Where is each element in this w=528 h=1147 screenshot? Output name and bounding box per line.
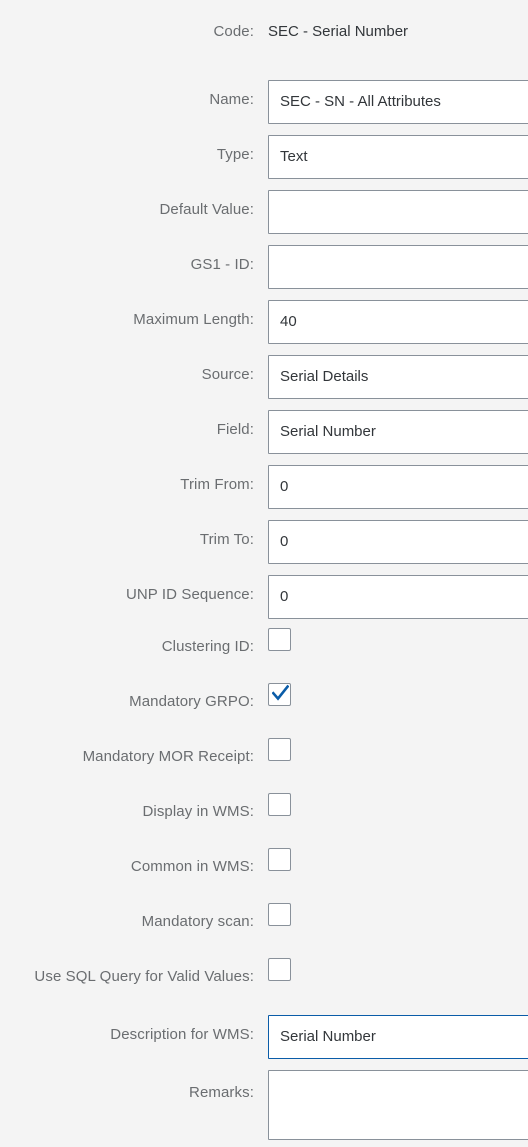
field-input-trim-from[interactable]: 0 [268, 465, 528, 509]
field-label-maximum-length: Maximum Length: [133, 311, 254, 328]
form-row-code: Code: SEC - Serial Number [0, 13, 528, 68]
form-row-field: Field: Serial Number [0, 398, 528, 454]
field-input-field[interactable]: Serial Number [268, 410, 528, 454]
field-container-type: Text [268, 123, 528, 179]
field-container-trim-to: 0 [268, 508, 528, 564]
field-container-gs1-id [268, 233, 528, 289]
field-container-mandatory-grpo [268, 673, 528, 706]
form-row-source: Source: Serial Details [0, 343, 528, 399]
form-row-default-value: Default Value: [0, 178, 528, 234]
field-container-display-in-wms [268, 783, 528, 816]
checkmark-icon [272, 684, 289, 701]
form-row-display-in-wms: Display in WMS: [0, 783, 528, 838]
checkbox-wrapper-common-in-wms [268, 848, 528, 871]
field-container-unp-id-sequence: 0 [268, 563, 528, 619]
field-input-default-value[interactable] [268, 190, 528, 234]
field-container-description-for-wms: Serial Number [268, 1003, 528, 1059]
field-label-source: Source: [201, 366, 254, 383]
form-row-unp-id-sequence: UNP ID Sequence: 0 [0, 563, 528, 619]
form-row-name: Name: SEC - SN - All Attributes [0, 68, 528, 124]
field-label-common-in-wms: Common in WMS: [130, 858, 254, 875]
form-row-mandatory-grpo: Mandatory GRPO: [0, 673, 528, 728]
field-label-mandatory-scan: Mandatory scan: [141, 913, 254, 930]
field-label-unp-id-sequence: UNP ID Sequence: [125, 586, 254, 603]
field-textarea-remarks[interactable] [268, 1070, 528, 1140]
field-input-unp-id-sequence[interactable]: 0 [268, 575, 528, 619]
field-container-name: SEC - SN - All Attributes [268, 68, 528, 124]
field-label-display-in-wms: Display in WMS: [142, 803, 254, 820]
field-label-clustering-id: Clustering ID: [161, 638, 254, 655]
field-container-field: Serial Number [268, 398, 528, 454]
checkbox-wrapper-display-in-wms [268, 793, 528, 816]
field-input-type[interactable]: Text [268, 135, 528, 179]
form-row-clustering-id: Clustering ID: [0, 618, 528, 673]
field-container-code: SEC - Serial Number [268, 13, 528, 41]
field-input-gs1-id[interactable] [268, 245, 528, 289]
checkbox-wrapper-use-sql-query-for-valid-values [268, 958, 528, 981]
field-input-maximum-length[interactable]: 40 [268, 300, 528, 344]
form-row-remarks: Remarks: [0, 1058, 528, 1140]
field-label-field: Field: [216, 421, 254, 438]
field-checkbox-use-sql-query-for-valid-values[interactable] [268, 958, 291, 981]
field-label-description-for-wms: Description for WMS: [110, 1026, 254, 1043]
form-row-use-sql-query-for-valid-values: Use SQL Query for Valid Values: [0, 948, 528, 1003]
field-container-clustering-id [268, 618, 528, 651]
field-checkbox-mandatory-scan[interactable] [268, 903, 291, 926]
field-label-name: Name: [209, 91, 254, 108]
form-row-description-for-wms: Description for WMS: Serial Number [0, 1003, 528, 1059]
field-container-trim-from: 0 [268, 453, 528, 509]
field-container-use-sql-query-for-valid-values [268, 948, 528, 981]
field-checkbox-mandatory-mor-receipt[interactable] [268, 738, 291, 761]
field-checkbox-mandatory-grpo[interactable] [268, 683, 291, 706]
checkbox-wrapper-clustering-id [268, 628, 528, 651]
field-label-remarks: Remarks: [189, 1084, 254, 1101]
form-row-type: Type: Text [0, 123, 528, 179]
field-container-common-in-wms [268, 838, 528, 871]
form-row-common-in-wms: Common in WMS: [0, 838, 528, 893]
field-checkbox-common-in-wms[interactable] [268, 848, 291, 871]
field-input-trim-to[interactable]: 0 [268, 520, 528, 564]
form-row-mandatory-mor-receipt: Mandatory MOR Receipt: [0, 728, 528, 783]
checkbox-wrapper-mandatory-grpo [268, 683, 528, 706]
field-checkbox-display-in-wms[interactable] [268, 793, 291, 816]
checkbox-wrapper-mandatory-scan [268, 903, 528, 926]
field-container-default-value [268, 178, 528, 234]
form-row-trim-from: Trim From: 0 [0, 453, 528, 509]
attribute-details-form: Code: SEC - Serial Number Name: SEC - SN - … [0, 0, 528, 1140]
field-label-default-value: Default Value: [159, 201, 254, 218]
form-row-mandatory-scan: Mandatory scan: [0, 893, 528, 948]
field-container-source: Serial Details [268, 343, 528, 399]
field-label-gs1-id: GS1 - ID: [190, 256, 254, 273]
checkbox-wrapper-mandatory-mor-receipt [268, 738, 528, 761]
field-label-trim-from: Trim From: [180, 476, 254, 493]
field-label-trim-to: Trim To: [199, 531, 254, 548]
field-checkbox-clustering-id[interactable] [268, 628, 291, 651]
field-container-maximum-length: 40 [268, 288, 528, 344]
form-row-gs1-id: GS1 - ID: [0, 233, 528, 289]
field-input-description-for-wms[interactable]: Serial Number [268, 1015, 528, 1059]
form-row-trim-to: Trim To: 0 [0, 508, 528, 564]
field-container-mandatory-mor-receipt [268, 728, 528, 761]
field-container-mandatory-scan [268, 893, 528, 926]
field-label-type: Type: [216, 146, 254, 163]
field-label-mandatory-mor-receipt: Mandatory MOR Receipt: [82, 748, 254, 765]
field-label-use-sql-query-for-valid-values: Use SQL Query for Valid Values: [34, 968, 254, 985]
field-label-mandatory-grpo: Mandatory GRPO: [129, 693, 254, 710]
field-label-code: Code: [213, 23, 254, 40]
field-value-code: SEC - Serial Number [268, 23, 409, 40]
field-container-remarks [268, 1058, 528, 1140]
field-input-source[interactable]: Serial Details [268, 355, 528, 399]
field-input-name[interactable]: SEC - SN - All Attributes [268, 80, 528, 124]
form-row-maximum-length: Maximum Length: 40 [0, 288, 528, 344]
